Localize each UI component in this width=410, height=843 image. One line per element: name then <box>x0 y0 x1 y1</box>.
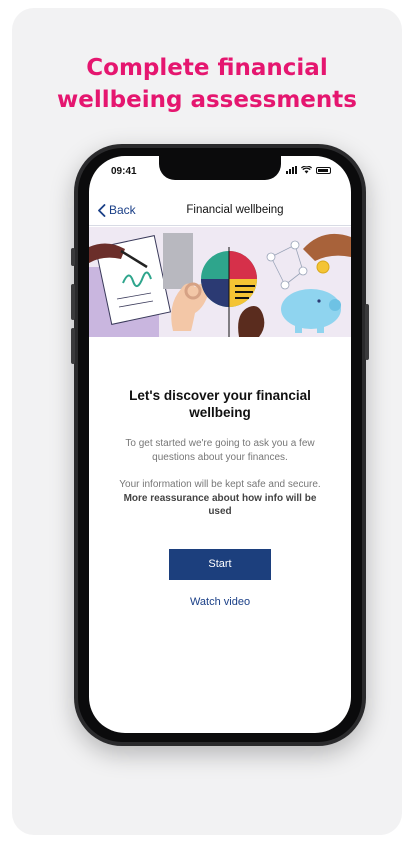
privacy-text: Your information will be kept safe and s… <box>89 478 351 519</box>
cellular-signal-icon <box>286 166 297 174</box>
headline-line-1: Complete financial <box>86 55 328 81</box>
privacy-prefix: Your information will be kept safe and s… <box>119 479 321 490</box>
intro-text: To get started we're going to ask you a … <box>125 438 315 463</box>
start-button[interactable]: Start <box>169 548 271 580</box>
nav-bar: Back Financial wellbeing <box>89 196 351 226</box>
phone-volume-down <box>71 328 75 364</box>
page-heading: Let's discover your financial wellbeing <box>129 388 311 420</box>
hero-illustration <box>89 227 351 337</box>
watch-video-link[interactable]: Watch video <box>89 596 351 608</box>
reassurance-link[interactable]: More reassurance about how info will be … <box>124 493 317 518</box>
phone-power-button <box>365 304 369 360</box>
status-icons <box>286 166 331 174</box>
battery-icon <box>316 166 331 174</box>
phone-notch <box>159 156 281 180</box>
phone-screen: 09:41 Back Financial wellbeing Let's dis… <box>89 156 351 733</box>
phone-mockup: 09:41 Back Financial wellbeing Let's dis… <box>71 144 369 746</box>
finance-illustration <box>89 227 351 337</box>
headline-line-2: wellbeing assessments <box>57 87 357 113</box>
nav-title: Financial wellbeing <box>186 204 284 216</box>
wifi-icon <box>301 166 312 174</box>
main-content: Let's discover your financial wellbeing … <box>89 387 351 608</box>
promo-card: Complete financial wellbeing assessments… <box>12 8 402 835</box>
phone-volume-up <box>71 284 75 320</box>
status-time: 09:41 <box>111 166 137 177</box>
phone-mute-switch <box>71 248 75 266</box>
promo-headline: Complete financial wellbeing assessments <box>12 52 402 116</box>
